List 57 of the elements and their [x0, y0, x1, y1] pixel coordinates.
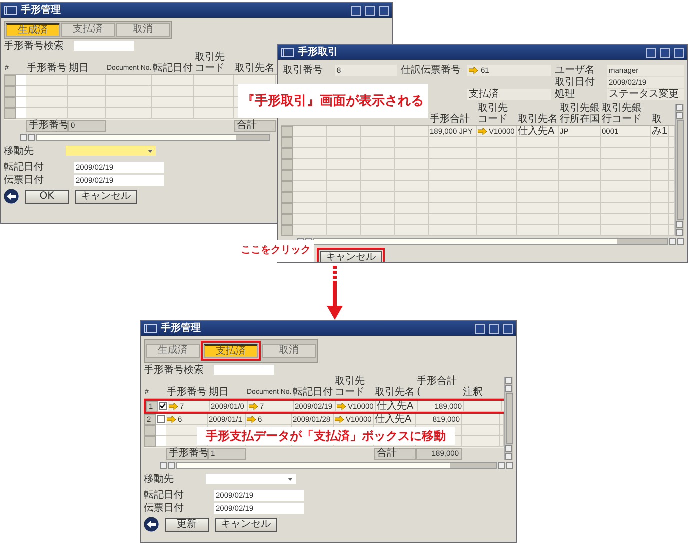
- field-label: 転記日付: [144, 490, 185, 500]
- field-value: ステータス変更: [607, 89, 684, 100]
- form-button[interactable]: OK: [25, 190, 69, 204]
- window-title: 手形管理: [161, 322, 201, 334]
- table-cell: み1: [651, 126, 669, 137]
- table-cell: 仕入先A: [374, 414, 416, 425]
- form-button[interactable]: 更新: [165, 518, 209, 532]
- column-header[interactable]: 取引先コード: [334, 377, 374, 398]
- form-button[interactable]: キャンセル: [215, 518, 277, 532]
- field-label: ユーザ名: [554, 65, 596, 77]
- field-label: 仕訳伝票番号: [400, 65, 462, 77]
- footer-label: 合計: [234, 120, 276, 132]
- tab[interactable]: 取消: [116, 23, 170, 37]
- column-header[interactable]: 取引先銀行コード: [601, 104, 651, 125]
- column-header[interactable]: 取引先銀行所在国: [559, 104, 601, 125]
- field-label: 転記日付: [4, 162, 45, 172]
- table-cell: 仕入先A: [376, 401, 418, 412]
- form-button[interactable]: キャンセル: [320, 251, 382, 262]
- column-header[interactable]: 転記日付: [292, 377, 334, 398]
- tab[interactable]: 支払済: [204, 344, 258, 358]
- field-label: 移動先: [144, 474, 174, 484]
- window-title: 手形取引: [298, 46, 338, 58]
- footer-label: 手形番号: [26, 120, 68, 132]
- footer-label: 合計: [374, 448, 416, 460]
- callout: 手形支払データが「支払済」ボックスに移動: [197, 427, 455, 445]
- field-label: 手形番号検索: [4, 40, 65, 52]
- field-value: 支払済: [467, 89, 551, 100]
- tab[interactable]: 生成済: [6, 23, 60, 37]
- window-title: 手形管理: [21, 4, 61, 16]
- column-header[interactable]: 転記日付: [152, 53, 194, 74]
- tab[interactable]: 生成済: [146, 344, 200, 358]
- column-header[interactable]: 取引先コード: [194, 53, 234, 74]
- field-label: 処理: [554, 89, 576, 101]
- field-label: 取引日付: [554, 77, 596, 89]
- table-cell: 仕入先A: [517, 126, 559, 137]
- field-label: 伝票日付: [4, 174, 45, 186]
- column-header[interactable]: 手形合計: [429, 104, 477, 125]
- column-header[interactable]: 注釈: [462, 377, 500, 398]
- field-label: 手形番号検索: [144, 364, 205, 376]
- field-label: 伝票日付: [144, 502, 185, 514]
- column-header[interactable]: 取: [651, 104, 669, 125]
- form-button[interactable]: キャンセル: [75, 190, 137, 204]
- column-header[interactable]: 手形番号: [26, 53, 68, 74]
- footer-label: 手形番号: [166, 448, 208, 460]
- column-header[interactable]: 取引先名: [234, 53, 276, 74]
- column-header[interactable]: 取引先コード: [477, 104, 517, 125]
- field-label: 取引番号: [282, 65, 324, 77]
- column-header[interactable]: 手形合計 (: [416, 377, 462, 398]
- column-header[interactable]: 手形番号: [166, 377, 208, 398]
- field-label: 移動先: [4, 146, 34, 156]
- column-header[interactable]: 取引先名: [517, 104, 559, 125]
- tab[interactable]: 支払済: [61, 23, 115, 37]
- column-header[interactable]: 期日: [208, 377, 246, 398]
- tab[interactable]: 取消: [262, 344, 316, 358]
- callout: 『手形取引』画面が表示される: [238, 84, 428, 118]
- column-header[interactable]: 取引先名: [374, 377, 416, 398]
- column-header[interactable]: 期日: [68, 53, 106, 74]
